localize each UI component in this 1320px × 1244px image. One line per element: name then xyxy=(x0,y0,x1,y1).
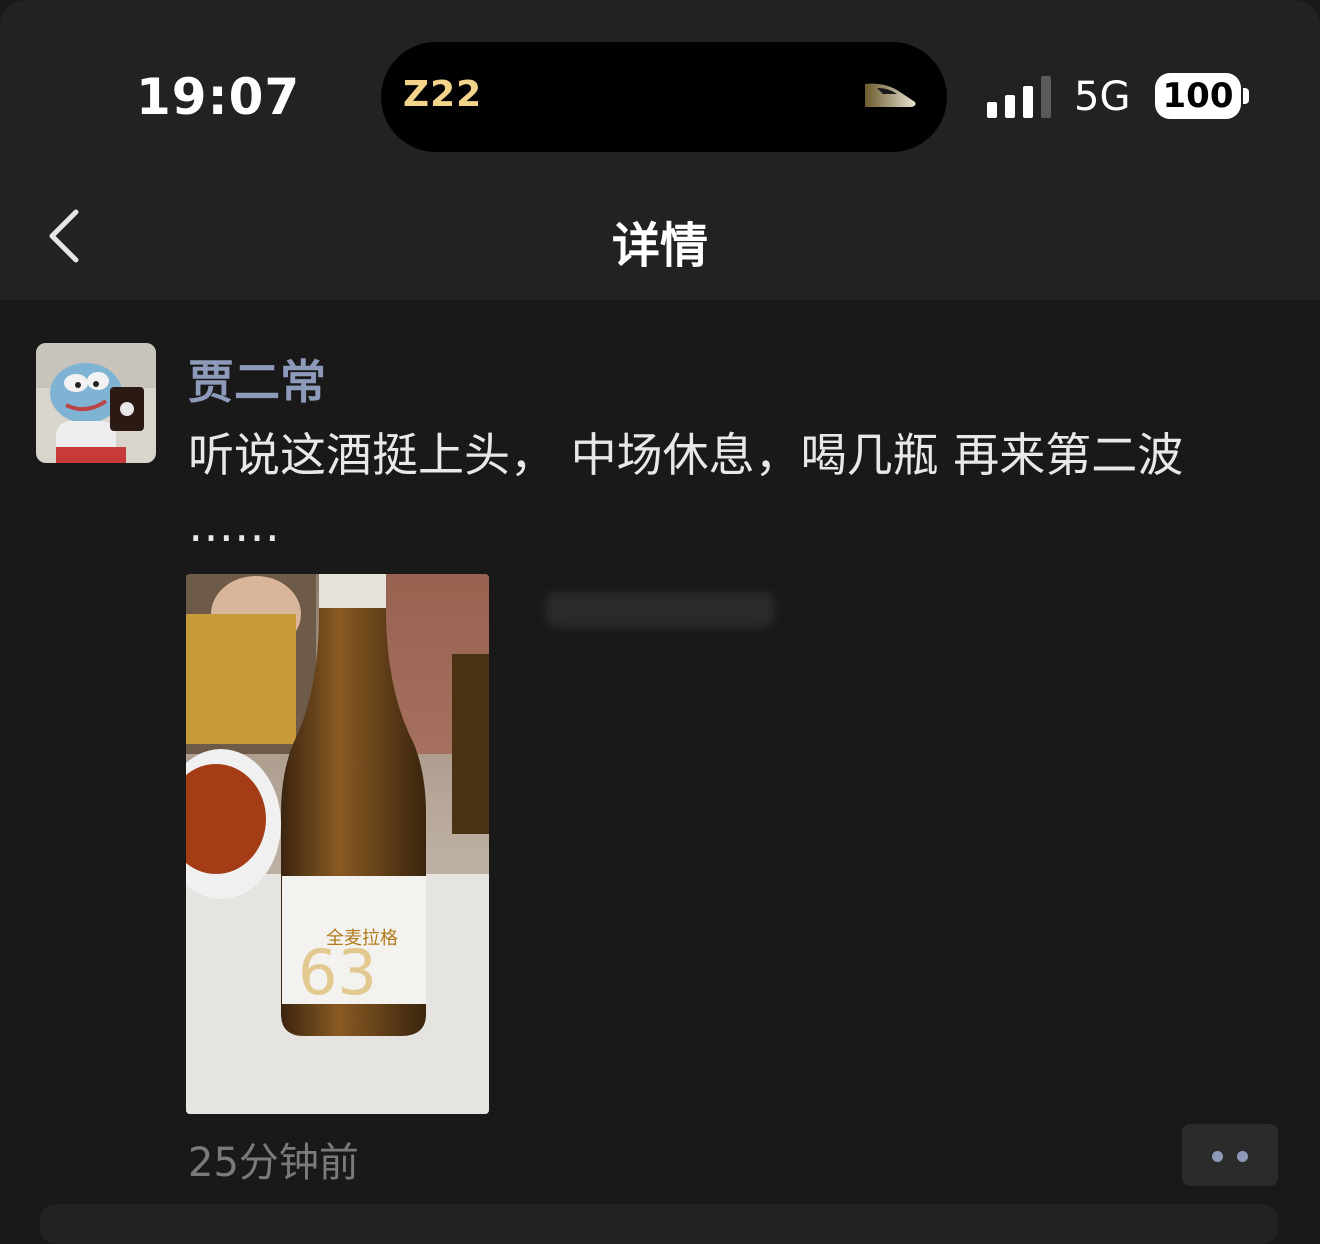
battery-tip xyxy=(1243,88,1249,104)
battery-level: 100 xyxy=(1162,76,1234,116)
post-text: 听说这酒挺上头， 中场休息，喝几瓶 再来第二波 …… xyxy=(188,428,1184,552)
dynamic-island[interactable]: Z22 xyxy=(381,42,947,152)
signal-strength-icon xyxy=(987,76,1051,118)
blurred-text xyxy=(546,592,774,628)
author-name[interactable]: 贾二常 xyxy=(188,346,326,412)
avatar-image xyxy=(36,343,156,463)
island-train-number: Z22 xyxy=(403,74,483,115)
avatar[interactable] xyxy=(36,343,156,463)
bottle-label-number: 63 xyxy=(298,936,377,1009)
status-time: 19:07 xyxy=(136,68,301,126)
dot xyxy=(1237,1151,1248,1162)
post-photo[interactable]: 全麦拉格 63 xyxy=(186,574,489,1114)
train-icon xyxy=(865,83,916,107)
comment-panel-edge xyxy=(40,1204,1278,1244)
page-title: 详情 xyxy=(611,218,708,274)
network-type: 5G xyxy=(1074,74,1131,120)
more-dots-icon[interactable] xyxy=(1182,1124,1278,1186)
dot xyxy=(1212,1151,1223,1162)
beer-bottle-photo: 全麦拉格 63 xyxy=(186,574,489,1114)
post-timestamp: 25分钟前 xyxy=(188,1140,359,1186)
battery-icon: 100 xyxy=(1155,73,1241,119)
header-area: 19:07 Z22 5G 100 详情 xyxy=(0,0,1320,300)
